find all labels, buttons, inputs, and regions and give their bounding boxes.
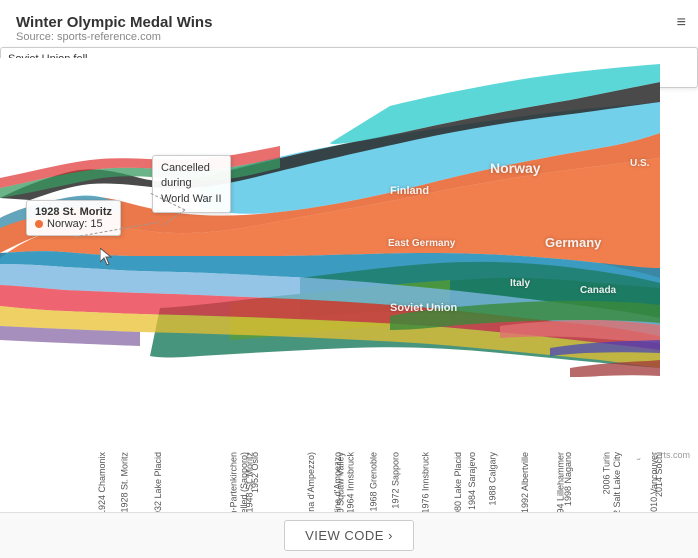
x-axis-label: 1964 Innsbruck [346,452,356,512]
view-code-bar: VIEW CODE › [0,512,698,558]
x-axis-label: 1972 Sapporo [391,452,401,509]
x-axis-label: 1976 Innsbruck [421,452,431,512]
x-axis-label: 1998 Nagano [563,452,573,506]
x-axis-label: 1992 Albertville [520,452,530,512]
chart-source: Source: sports-reference.com [16,31,682,43]
x-axis-label: 1932 Lake Placid [153,452,163,512]
x-axis-label: 1924 Chamonix [97,452,107,512]
x-axis-label: 1960 Squaw Valley [335,452,345,512]
x-axis-label: 1980 Lake Placid [453,452,463,512]
chart-area: Winter Olympic Medal Wins Source: sports… [0,0,698,512]
view-code-button[interactable]: VIEW CODE › [284,520,414,551]
x-axis-label: 1968 Grenoble [369,452,379,512]
x-axis-label: 1984 Sarajevo [467,452,477,510]
x-axis-label: 1994 Lillehammer [556,452,566,512]
chart-title: Winter Olympic Medal Wins [16,14,682,31]
x-axis-label: 2006 Turin [602,452,612,495]
x-axis-label: 1928 St. Moritz [120,452,130,512]
x-axis-label: 1952 Oslo [250,452,260,493]
x-axis-label: 1936 Garmisch-Partenkirchen [229,452,239,512]
main-container: Winter Olympic Medal Wins Source: sports… [0,0,698,558]
x-axis-label: 1940 Cancelled (Sapporo) [239,452,249,512]
x-axis-label: 1956 Cortina d'Ampezzo [332,452,342,512]
x-axis-label: 1988 Calgary [488,452,498,506]
chart-header: Winter Olympic Medal Wins Source: sports… [0,0,698,47]
x-axis-label: 2002 Salt Lake City [612,452,622,512]
x-axis-label: 1948 St. Moritz [245,452,255,512]
x-axis-label: 1944 Cancelled (Cortina d'Ampezzo) [306,452,316,512]
menu-icon[interactable]: ≡ [677,14,686,32]
streamgraph-chart [0,58,660,458]
x-axis-label: 2010 Vancouver [649,452,659,512]
